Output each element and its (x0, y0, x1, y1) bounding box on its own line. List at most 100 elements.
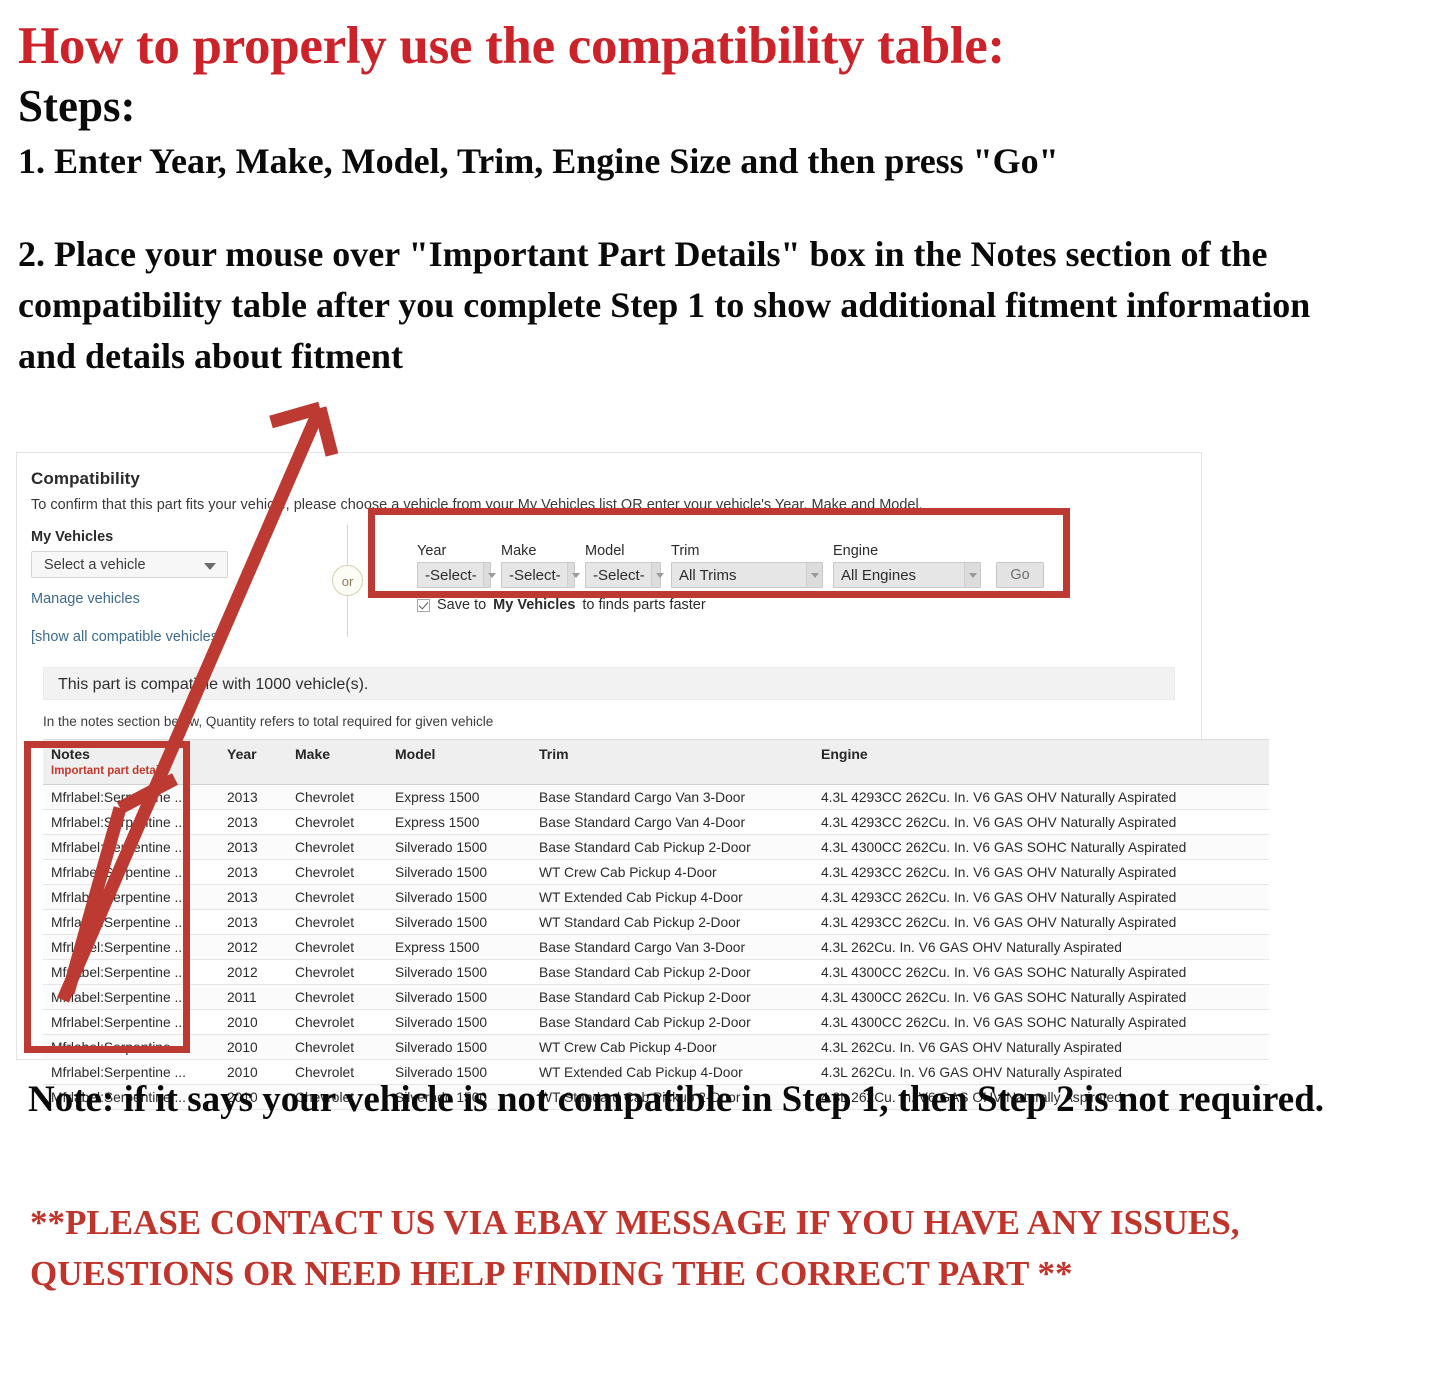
header-notes[interactable]: Notes Important part details (43, 739, 219, 785)
cell-trim: Base Standard Cab Pickup 2-Door (531, 834, 813, 860)
cell-engine: 4.3L 4300CC 262Cu. In. V6 GAS SOHC Natur… (813, 1009, 1269, 1035)
fitment-table: Notes Important part details Year Make M… (43, 739, 1269, 1110)
cell-model: Express 1500 (387, 809, 531, 835)
save-vehicle-checkbox[interactable] (417, 598, 430, 612)
cell-model: Silverado 1500 (387, 984, 531, 1010)
important-part-details-label: Important part details (51, 765, 169, 777)
cell-notes[interactable]: Mfrlabel:Serpentine ... (43, 934, 219, 960)
cell-notes[interactable]: Mfrlabel:Serpentine ... (43, 909, 219, 935)
cell-notes[interactable]: Mfrlabel:Serpentine ... (43, 884, 219, 910)
cell-trim: Base Standard Cab Pickup 2-Door (531, 984, 813, 1010)
step-1-text: 1. Enter Year, Make, Model, Trim, Engine… (18, 140, 1059, 181)
table-row: Mfrlabel:Serpentine ... 2013 Chevrolet Silv… (43, 859, 1269, 885)
model-label: Model (585, 543, 625, 559)
cell-engine: 4.3L 4293CC 262Cu. In. V6 GAS OHV Natura… (813, 809, 1269, 835)
header-notes-label: Notes (51, 746, 90, 762)
cell-trim: Base Standard Cargo Van 3-Door (531, 934, 813, 960)
table-row: Mfrlabel:Serpentine ... 2013 Chevrolet Silv… (43, 884, 1269, 910)
cell-year: 2013 (219, 809, 287, 835)
vehicle-select-dropdown[interactable]: Select a vehicle (31, 551, 228, 578)
trim-select[interactable]: All Trims (671, 562, 823, 588)
table-header-row: Notes Important part details Year Make M… (43, 739, 1269, 785)
step-2-text: 2. Place your mouse over "Important Part… (18, 234, 1311, 377)
cell-trim: WT Crew Cab Pickup 4-Door (531, 1034, 813, 1060)
cell-year: 2013 (219, 834, 287, 860)
chevron-down-icon (806, 563, 822, 587)
table-row: Mfrlabel:Serpentine ... 2010 Chevrolet Silv… (43, 1034, 1269, 1060)
make-select[interactable]: -Select- (501, 562, 581, 588)
fitment-table-head: Notes Important part details Year Make M… (43, 739, 1269, 785)
trim-label: Trim (671, 543, 700, 559)
vehicle-selection-area: My Vehicles Select a vehicle Manage vehi… (31, 525, 1187, 645)
compatibility-heading: Compatibility (31, 469, 140, 488)
vehicle-finder-form: Year -Select- Make -Select- Model -Selec… (399, 529, 1099, 617)
trim-field-group: Trim All Trims (671, 543, 823, 588)
cell-model: Silverado 1500 (387, 1009, 531, 1035)
cell-year: 2013 (219, 784, 287, 810)
cell-model: Silverado 1500 (387, 959, 531, 985)
header-trim[interactable]: Trim (531, 739, 813, 785)
cell-year: 2012 (219, 959, 287, 985)
cell-notes[interactable]: Mfrlabel:Serpentine ... (43, 984, 219, 1010)
cell-trim: Base Standard Cab Pickup 2-Door (531, 959, 813, 985)
instructions-block: How to properly use the compatibility ta… (18, 0, 1418, 382)
cell-model: Silverado 1500 (387, 834, 531, 860)
cell-year: 2013 (219, 884, 287, 910)
cell-make: Chevrolet (287, 959, 387, 985)
cell-trim: Base Standard Cargo Van 4-Door (531, 809, 813, 835)
finder-field-row: Year -Select- Make -Select- Model -Selec… (399, 529, 1099, 588)
cell-notes[interactable]: Mfrlabel:Serpentine ... (43, 784, 219, 810)
save-to-my-vehicles-row[interactable]: Save to My Vehicles to finds parts faste… (399, 588, 1099, 613)
table-row: Mfrlabel:Serpentine ... 2013 Chevrolet Expr… (43, 784, 1269, 810)
cell-make: Chevrolet (287, 1034, 387, 1060)
note-text: Note: if it says your vehicle is not com… (28, 1079, 1325, 1120)
cell-engine: 4.3L 4293CC 262Cu. In. V6 GAS OHV Natura… (813, 909, 1269, 935)
engine-field-group: Engine All Engines (833, 543, 981, 588)
cell-make: Chevrolet (287, 809, 387, 835)
chevron-down-icon (482, 563, 497, 587)
table-row: Mfrlabel:Serpentine ... 2013 Chevrolet Expr… (43, 809, 1269, 835)
cell-notes[interactable]: Mfrlabel:Serpentine ... (43, 959, 219, 985)
model-select[interactable]: -Select- (585, 562, 665, 588)
compatibility-panel: Compatibility To confirm that this part … (16, 452, 1269, 1110)
save-text-after: to finds parts faster (582, 597, 706, 613)
chevron-down-icon (650, 563, 665, 587)
cell-model: Silverado 1500 (387, 1034, 531, 1060)
model-field-group: Model -Select- (585, 543, 665, 588)
header-model[interactable]: Model (387, 739, 531, 785)
cell-model: Express 1500 (387, 934, 531, 960)
go-button[interactable]: Go (996, 562, 1044, 588)
compatible-count-banner: This part is compatible with 1000 vehicl… (43, 667, 1175, 700)
cell-engine: 4.3L 4300CC 262Cu. In. V6 GAS SOHC Natur… (813, 959, 1269, 985)
cell-year: 2012 (219, 934, 287, 960)
chevron-down-icon (566, 563, 581, 587)
header-engine[interactable]: Engine (813, 739, 1269, 785)
notes-hint-text: In the notes section below, Quantity ref… (43, 714, 494, 729)
cell-make: Chevrolet (287, 884, 387, 910)
cell-make: Chevrolet (287, 859, 387, 885)
cell-notes[interactable]: Mfrlabel:Serpentine ... (43, 1034, 219, 1060)
table-row: Mfrlabel:Serpentine ... 2013 Chevrolet Silv… (43, 834, 1269, 860)
cell-notes[interactable]: Mfrlabel:Serpentine ... (43, 1009, 219, 1035)
cell-engine: 4.3L 262Cu. In. V6 GAS OHV Naturally Asp… (813, 934, 1269, 960)
cell-notes[interactable]: Mfrlabel:Serpentine ... (43, 859, 219, 885)
cell-year: 2010 (219, 1034, 287, 1060)
year-select[interactable]: -Select- (417, 562, 497, 588)
cell-notes[interactable]: Mfrlabel:Serpentine ... (43, 809, 219, 835)
cell-trim: Base Standard Cargo Van 3-Door (531, 784, 813, 810)
save-text-before: Save to (437, 597, 487, 613)
show-all-compatible-vehicles-link[interactable]: [show all compatible vehicles] (31, 629, 291, 645)
cell-engine: 4.3L 4293CC 262Cu. In. V6 GAS OHV Natura… (813, 859, 1269, 885)
make-select-value: -Select- (509, 566, 561, 584)
cell-make: Chevrolet (287, 984, 387, 1010)
cell-model: Silverado 1500 (387, 909, 531, 935)
cell-trim: WT Extended Cab Pickup 4-Door (531, 884, 813, 910)
header-make[interactable]: Make (287, 739, 387, 785)
cell-notes[interactable]: Mfrlabel:Serpentine ... (43, 834, 219, 860)
or-divider: or (328, 525, 368, 637)
manage-vehicles-link[interactable]: Manage vehicles (31, 591, 291, 607)
cell-engine: 4.3L 4300CC 262Cu. In. V6 GAS SOHC Natur… (813, 834, 1269, 860)
header-year[interactable]: Year (219, 739, 287, 785)
cell-year: 2010 (219, 1009, 287, 1035)
engine-select[interactable]: All Engines (833, 562, 981, 588)
